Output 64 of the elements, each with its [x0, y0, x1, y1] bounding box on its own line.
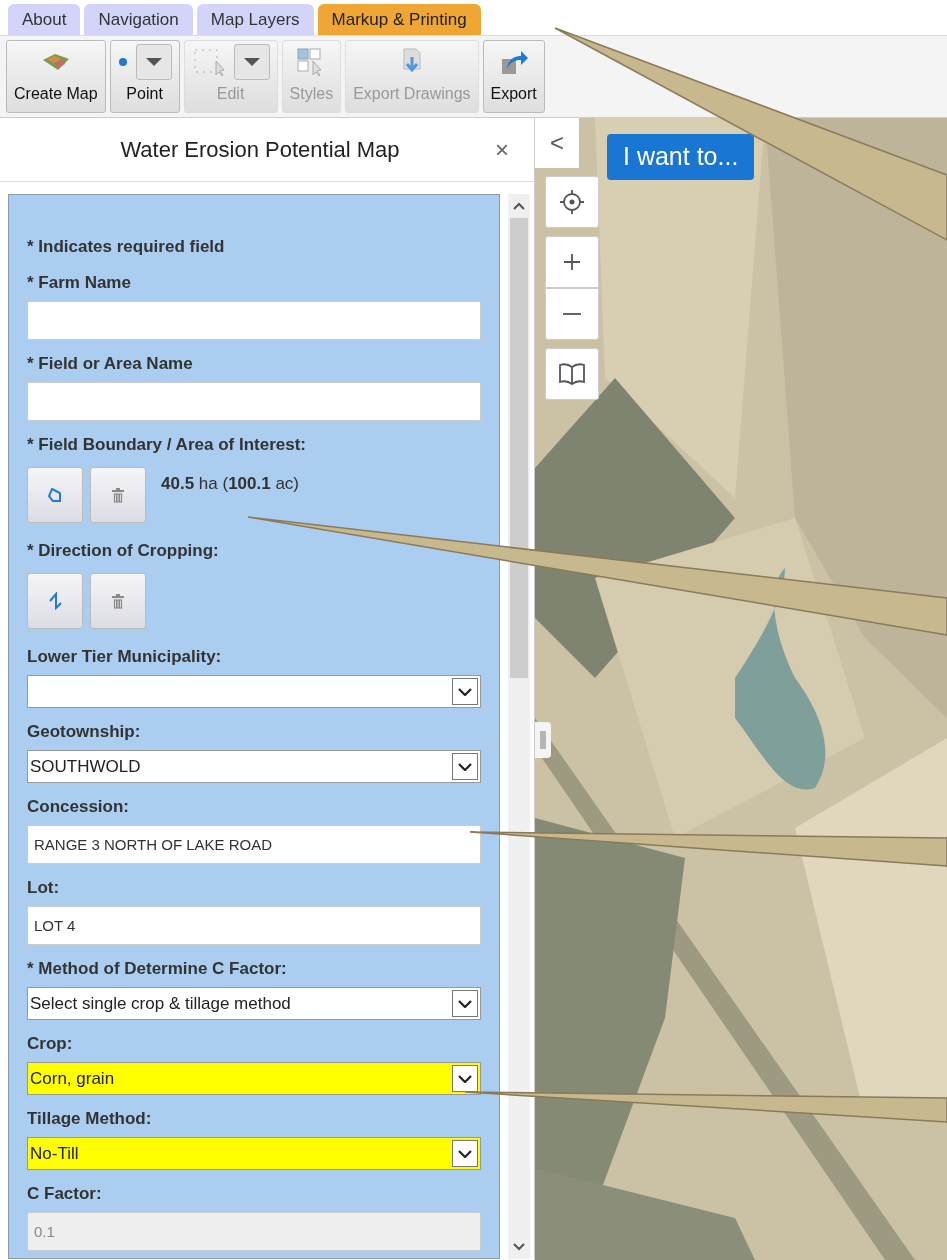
field-label: Crop:: [27, 1033, 74, 1055]
field-label: C Factor:: [27, 1183, 103, 1205]
dropdown-field[interactable]: [27, 675, 481, 708]
caret-icon: [458, 1074, 472, 1083]
field-label: * Direction of Cropping:: [27, 540, 220, 562]
input-field[interactable]: [27, 301, 481, 340]
map-control-button[interactable]: [545, 348, 599, 400]
field-label: * Field or Area Name: [27, 353, 194, 375]
dropdown-field[interactable]: Corn, grain: [27, 1062, 481, 1095]
field-label: * Field Boundary / Area of Interest:: [27, 434, 307, 456]
caret-icon: [458, 999, 472, 1008]
dropdown-field[interactable]: SOUTHWOLD: [27, 750, 481, 783]
delete-button[interactable]: [90, 573, 146, 629]
field-label: Geotownship:: [27, 721, 142, 743]
toolbar-button[interactable]: Export: [482, 40, 545, 113]
polygon-icon: [47, 487, 63, 503]
tab[interactable]: Map Layers: [196, 4, 314, 35]
input-field[interactable]: LOT 4: [27, 906, 481, 945]
collapse-button[interactable]: <: [535, 118, 579, 168]
tab[interactable]: Markup & Printing: [317, 4, 481, 35]
toolbar-button[interactable]: Point: [109, 40, 180, 113]
dropdown-field[interactable]: Select single crop & tillage method: [27, 987, 481, 1020]
field-label: Concession:: [27, 796, 131, 818]
zoom-in-icon: [562, 252, 582, 272]
splitter-handle[interactable]: [535, 722, 551, 758]
input-field[interactable]: RANGE 3 NORTH OF LAKE ROAD: [27, 825, 481, 864]
draw-button[interactable]: [27, 573, 83, 629]
caret-icon: [243, 58, 260, 66]
menu-button[interactable]: I want to...: [607, 134, 755, 180]
toolbar-button[interactable]: Create Map: [6, 40, 106, 113]
trash-icon: [112, 487, 124, 503]
field-label: * Method of Determine C Factor:: [27, 958, 288, 980]
field-label: * Farm Name: [27, 272, 132, 294]
close-button[interactable]: ×: [490, 131, 514, 168]
draw-button[interactable]: [27, 467, 83, 523]
book-icon: [558, 362, 586, 386]
dropdown-toggle[interactable]: [135, 44, 172, 80]
dropdown-field[interactable]: No-Till: [27, 1137, 481, 1170]
delete-button[interactable]: [90, 467, 146, 523]
selection-icon: [191, 47, 226, 77]
caret-icon: [458, 1149, 472, 1158]
map-control-button[interactable]: [545, 236, 599, 288]
point-icon: [117, 57, 128, 67]
field-label: Tillage Method:: [27, 1108, 153, 1130]
locate-icon: [558, 188, 586, 216]
field-label: Lot:: [27, 877, 61, 899]
zoom-out-icon: [562, 312, 582, 316]
scroll-up-icon: [513, 202, 525, 210]
input-field[interactable]: [27, 382, 481, 421]
tab[interactable]: About: [8, 4, 81, 35]
caret-icon: [458, 762, 472, 771]
grip-icon: [540, 731, 546, 749]
caret-icon: [458, 687, 472, 696]
scrollbar[interactable]: [508, 194, 530, 1259]
scroll-thumb[interactable]: [510, 218, 528, 678]
map-control-button[interactable]: [545, 176, 599, 228]
required-note: * Indicates required field: [27, 236, 226, 258]
area-measurement: 40.5 ha (100.1 ac): [161, 473, 299, 495]
tab[interactable]: Navigation: [84, 4, 193, 35]
panel-title: Water Erosion Potential Map: [119, 136, 401, 164]
trash-icon: [112, 593, 124, 609]
scroll-down-icon: [513, 1243, 525, 1251]
field-label: Lower Tier Municipality:: [27, 646, 223, 668]
caret-icon: [145, 58, 162, 66]
